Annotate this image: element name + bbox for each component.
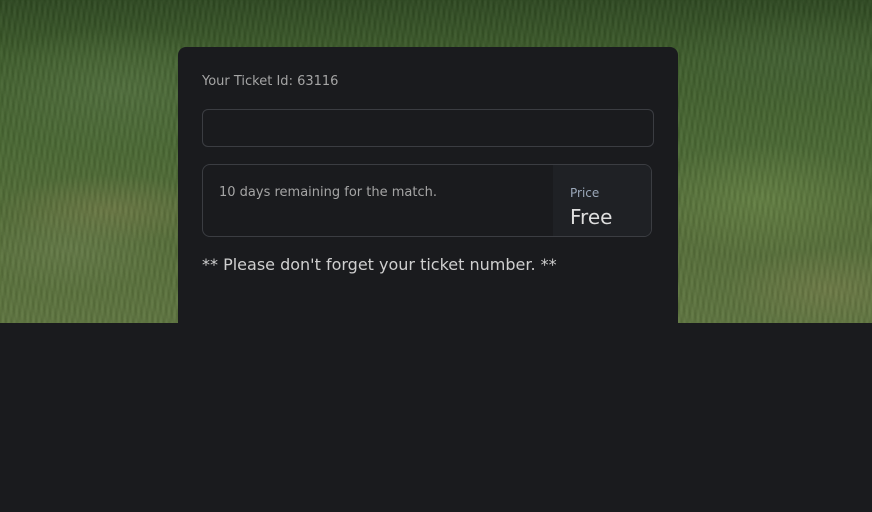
ticket-id-label: Your Ticket Id: 63116 (202, 74, 339, 89)
price-panel: Price Free (553, 165, 651, 236)
price-label: Price (570, 186, 600, 200)
ticket-reminder-text: ** Please don't forget your ticket numbe… (202, 255, 557, 274)
ticket-card: Your Ticket Id: 63116 10 days remaining … (178, 47, 678, 323)
match-info-box: 10 days remaining for the match. Price F… (202, 164, 652, 237)
days-remaining-text: 10 days remaining for the match. (219, 185, 437, 200)
ticket-number-input[interactable] (202, 109, 654, 147)
price-value: Free (570, 205, 613, 229)
